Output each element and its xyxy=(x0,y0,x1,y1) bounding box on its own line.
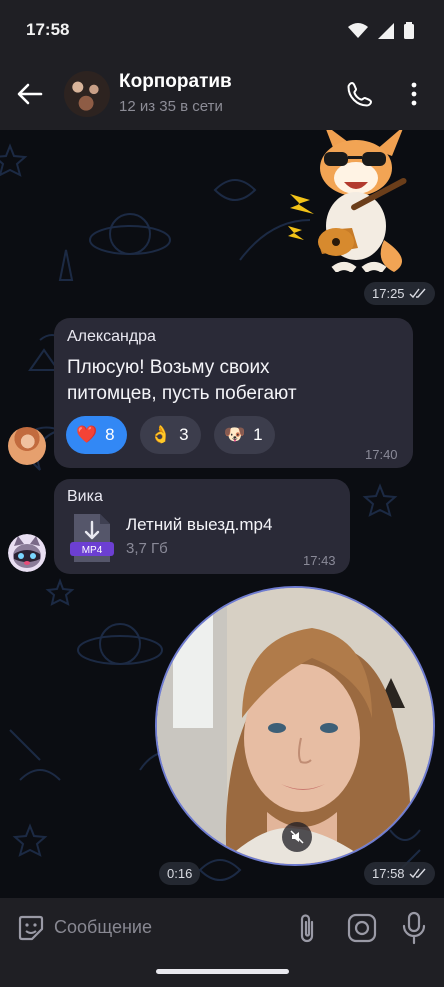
video-duration: 0:16 xyxy=(159,862,201,885)
message-input-bar: Сообщение xyxy=(0,898,444,987)
sticker-timestamp: 17:25 xyxy=(364,282,435,305)
status-time: 17:58 xyxy=(26,20,70,39)
heart-emoji-icon: ❤️ xyxy=(76,425,98,444)
avatar-vika[interactable] xyxy=(8,534,46,572)
file-ext-label: MP4 xyxy=(82,545,103,556)
battery-icon xyxy=(404,22,414,39)
home-indicator[interactable] xyxy=(156,969,289,974)
video-timestamp: 17:58 xyxy=(364,862,435,885)
microphone-icon[interactable] xyxy=(402,911,426,945)
camera-icon[interactable] xyxy=(347,913,377,943)
wifi-icon xyxy=(348,22,368,38)
chat-header: Корпоратив 12 из 35 в сети xyxy=(0,60,444,130)
back-arrow-icon[interactable] xyxy=(14,78,46,110)
chat-title[interactable]: Корпоратив xyxy=(119,71,232,93)
message-input[interactable]: Сообщение xyxy=(54,917,152,938)
reaction-dog[interactable]: 🐶 1 xyxy=(214,416,275,454)
file-download-icon[interactable]: MP4 xyxy=(70,512,114,564)
reaction-ok-hand[interactable]: 👌 3 xyxy=(140,416,201,454)
ok-hand-emoji-icon: 👌 xyxy=(150,425,172,444)
reaction-count: 8 xyxy=(105,425,115,444)
message-text-line1: Плюсую! Возьму своих xyxy=(67,357,270,378)
online-status: 12 из 35 в сети xyxy=(119,98,223,115)
sticker-emoji-icon[interactable] xyxy=(16,913,46,943)
file-size: 3,7 Гб xyxy=(126,540,168,557)
mute-toggle[interactable] xyxy=(282,822,312,852)
reaction-count: 3 xyxy=(179,425,189,444)
raccoon-avatar-icon xyxy=(8,534,46,572)
sticker-time: 17:25 xyxy=(372,286,405,301)
message-time: 17:43 xyxy=(303,553,336,568)
status-bar: 17:58 xyxy=(0,0,444,60)
fox-guitar-sticker[interactable] xyxy=(264,130,424,272)
dog-emoji-icon: 🐶 xyxy=(224,425,246,444)
video-time: 17:58 xyxy=(372,866,405,881)
read-checkmarks-icon xyxy=(409,868,426,879)
message-text-line2: питомцев, пусть побегают xyxy=(67,383,297,404)
phone-icon[interactable] xyxy=(346,80,374,108)
group-avatar[interactable] xyxy=(64,71,110,117)
sender-name[interactable]: Вика xyxy=(67,488,103,506)
file-name[interactable]: Летний выезд.mp4 xyxy=(126,515,272,535)
sender-name[interactable]: Александра xyxy=(67,328,156,346)
reaction-heart[interactable]: ❤️ 8 xyxy=(66,416,127,454)
message-time: 17:40 xyxy=(365,447,398,462)
avatar-alexandra[interactable] xyxy=(8,427,46,465)
signal-icon xyxy=(378,22,394,39)
video-duration-text: 0:16 xyxy=(167,866,193,881)
speaker-muted-icon xyxy=(290,830,304,844)
more-vertical-icon[interactable] xyxy=(403,80,425,108)
paperclip-icon[interactable] xyxy=(294,912,320,944)
read-checkmarks-icon xyxy=(409,288,426,299)
reaction-count: 1 xyxy=(253,425,263,444)
status-icons xyxy=(348,22,414,39)
